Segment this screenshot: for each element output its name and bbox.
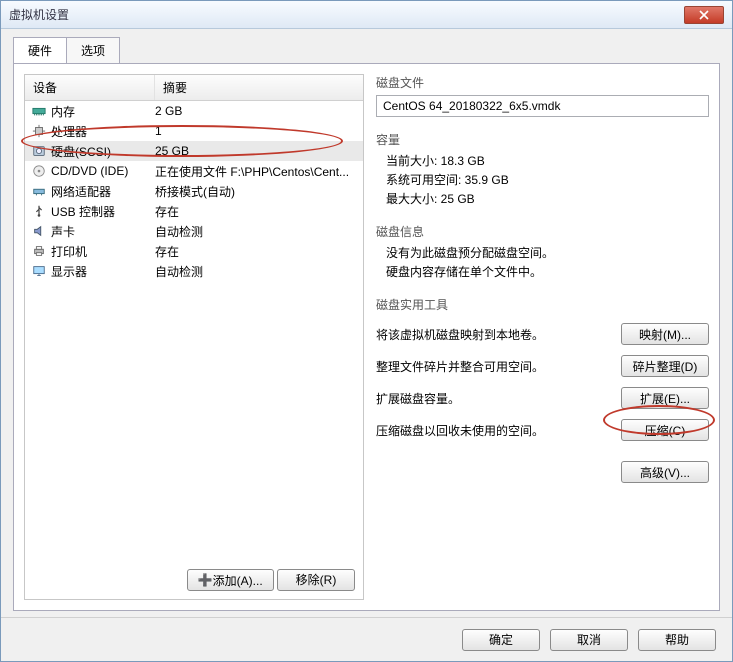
disk-file-label: 磁盘文件 bbox=[376, 74, 709, 91]
close-button[interactable] bbox=[684, 6, 724, 24]
device-row[interactable]: 处理器1 bbox=[25, 121, 363, 141]
util-row-advanced: 高级(V)... bbox=[376, 461, 709, 483]
device-summary: 自动检测 bbox=[155, 223, 363, 240]
disk-file-field[interactable] bbox=[376, 95, 709, 117]
dialog-content: 硬件 选项 设备 摘要 内存2 GB处理器1硬盘(SCSI)25 GBCD/DV… bbox=[1, 29, 732, 613]
harddisk-icon bbox=[31, 143, 47, 159]
col-header-device[interactable]: 设备 bbox=[25, 75, 155, 100]
disk-utilities-group: 磁盘实用工具 将该虚拟机磁盘映射到本地卷。 映射(M)... 整理文件碎片并整合… bbox=[376, 296, 709, 483]
printer-icon bbox=[31, 243, 47, 259]
disk-utilities-label: 磁盘实用工具 bbox=[376, 296, 709, 313]
device-row[interactable]: CD/DVD (IDE)正在使用文件 F:\PHP\Centos\Cent... bbox=[25, 161, 363, 181]
tab-hardware[interactable]: 硬件 bbox=[13, 37, 67, 63]
tab-options[interactable]: 选项 bbox=[66, 37, 120, 63]
device-summary: 2 GB bbox=[155, 104, 363, 118]
dialog-footer: 确定 取消 帮助 bbox=[1, 617, 732, 661]
add-icon: ➕ bbox=[198, 573, 213, 587]
titlebar: 虚拟机设置 bbox=[1, 1, 732, 29]
capacity-group: 容量 当前大小: 18.3 GB 系统可用空间: 35.9 GB 最大大小: 2… bbox=[376, 131, 709, 209]
device-row[interactable]: 显示器自动检测 bbox=[25, 261, 363, 281]
device-list-buttons: ➕ 添加(A)... 移除(R) bbox=[25, 561, 363, 600]
sound-icon bbox=[31, 223, 47, 239]
device-name: 声卡 bbox=[51, 223, 155, 240]
device-summary: 25 GB bbox=[155, 144, 363, 158]
device-list-header: 设备 摘要 bbox=[25, 75, 363, 101]
device-summary: 1 bbox=[155, 124, 363, 138]
detail-panel: 磁盘文件 容量 当前大小: 18.3 GB 系统可用空间: 35.9 GB 最大… bbox=[376, 74, 709, 600]
util-row-map: 将该虚拟机磁盘映射到本地卷。 映射(M)... bbox=[376, 323, 709, 345]
col-header-summary[interactable]: 摘要 bbox=[155, 75, 363, 100]
device-summary: 正在使用文件 F:\PHP\Centos\Cent... bbox=[155, 163, 363, 180]
compact-button[interactable]: 压缩(C) bbox=[621, 419, 709, 441]
util-row-expand: 扩展磁盘容量。 扩展(E)... bbox=[376, 387, 709, 409]
util-row-defrag: 整理文件碎片并整合可用空间。 碎片整理(D) bbox=[376, 355, 709, 377]
cancel-button[interactable]: 取消 bbox=[550, 629, 628, 651]
device-list-panel: 设备 摘要 内存2 GB处理器1硬盘(SCSI)25 GBCD/DVD (IDE… bbox=[24, 74, 364, 600]
ok-button[interactable]: 确定 bbox=[462, 629, 540, 651]
memory-icon bbox=[31, 103, 47, 119]
disk-info-line1: 没有为此磁盘预分配磁盘空间。 bbox=[386, 244, 709, 261]
capacity-max: 最大大小: 25 GB bbox=[386, 190, 709, 207]
device-row[interactable]: 声卡自动检测 bbox=[25, 221, 363, 241]
device-summary: 存在 bbox=[155, 243, 363, 260]
add-device-label: 添加(A)... bbox=[213, 572, 263, 589]
disk-info-line2: 硬盘内容存储在单个文件中。 bbox=[386, 263, 709, 280]
disk-info-group: 磁盘信息 没有为此磁盘预分配磁盘空间。 硬盘内容存储在单个文件中。 bbox=[376, 223, 709, 282]
device-name: 显示器 bbox=[51, 263, 155, 280]
network-icon bbox=[31, 183, 47, 199]
util-expand-desc: 扩展磁盘容量。 bbox=[376, 390, 611, 407]
util-map-desc: 将该虚拟机磁盘映射到本地卷。 bbox=[376, 326, 611, 343]
capacity-label: 容量 bbox=[376, 131, 709, 148]
device-summary: 存在 bbox=[155, 203, 363, 220]
device-name: 硬盘(SCSI) bbox=[51, 143, 155, 160]
capacity-current: 当前大小: 18.3 GB bbox=[386, 152, 709, 169]
device-row[interactable]: 打印机存在 bbox=[25, 241, 363, 261]
util-row-compact: 压缩磁盘以回收未使用的空间。 压缩(C) bbox=[376, 419, 709, 441]
tab-panel: 设备 摘要 内存2 GB处理器1硬盘(SCSI)25 GBCD/DVD (IDE… bbox=[13, 63, 720, 611]
device-row[interactable]: 硬盘(SCSI)25 GB bbox=[25, 141, 363, 161]
disk-file-group: 磁盘文件 bbox=[376, 74, 709, 117]
expand-button[interactable]: 扩展(E)... bbox=[621, 387, 709, 409]
usb-icon bbox=[31, 203, 47, 219]
cpu-icon bbox=[31, 123, 47, 139]
window-title: 虚拟机设置 bbox=[9, 6, 69, 23]
device-name: USB 控制器 bbox=[51, 203, 155, 220]
map-button[interactable]: 映射(M)... bbox=[621, 323, 709, 345]
tab-strip: 硬件 选项 bbox=[13, 37, 720, 63]
defrag-button[interactable]: 碎片整理(D) bbox=[621, 355, 709, 377]
device-name: 打印机 bbox=[51, 243, 155, 260]
disk-info-label: 磁盘信息 bbox=[376, 223, 709, 240]
device-row[interactable]: USB 控制器存在 bbox=[25, 201, 363, 221]
remove-device-button[interactable]: 移除(R) bbox=[277, 569, 355, 591]
device-list[interactable]: 内存2 GB处理器1硬盘(SCSI)25 GBCD/DVD (IDE)正在使用文… bbox=[25, 101, 363, 561]
device-name: 网络适配器 bbox=[51, 183, 155, 200]
cd-icon bbox=[31, 163, 47, 179]
device-row[interactable]: 内存2 GB bbox=[25, 101, 363, 121]
device-name: 内存 bbox=[51, 103, 155, 120]
vm-settings-window: 虚拟机设置 硬件 选项 设备 摘要 内存2 GB处理器1硬盘(SCSI)25 G… bbox=[0, 0, 733, 662]
device-name: 处理器 bbox=[51, 123, 155, 140]
add-device-button[interactable]: ➕ 添加(A)... bbox=[187, 569, 274, 591]
display-icon bbox=[31, 263, 47, 279]
device-name: CD/DVD (IDE) bbox=[51, 164, 155, 178]
advanced-button[interactable]: 高级(V)... bbox=[621, 461, 709, 483]
device-summary: 桥接模式(自动) bbox=[155, 183, 363, 200]
capacity-sysfree: 系统可用空间: 35.9 GB bbox=[386, 171, 709, 188]
util-compact-desc: 压缩磁盘以回收未使用的空间。 bbox=[376, 422, 611, 439]
device-row[interactable]: 网络适配器桥接模式(自动) bbox=[25, 181, 363, 201]
help-button[interactable]: 帮助 bbox=[638, 629, 716, 651]
util-defrag-desc: 整理文件碎片并整合可用空间。 bbox=[376, 358, 611, 375]
device-summary: 自动检测 bbox=[155, 263, 363, 280]
